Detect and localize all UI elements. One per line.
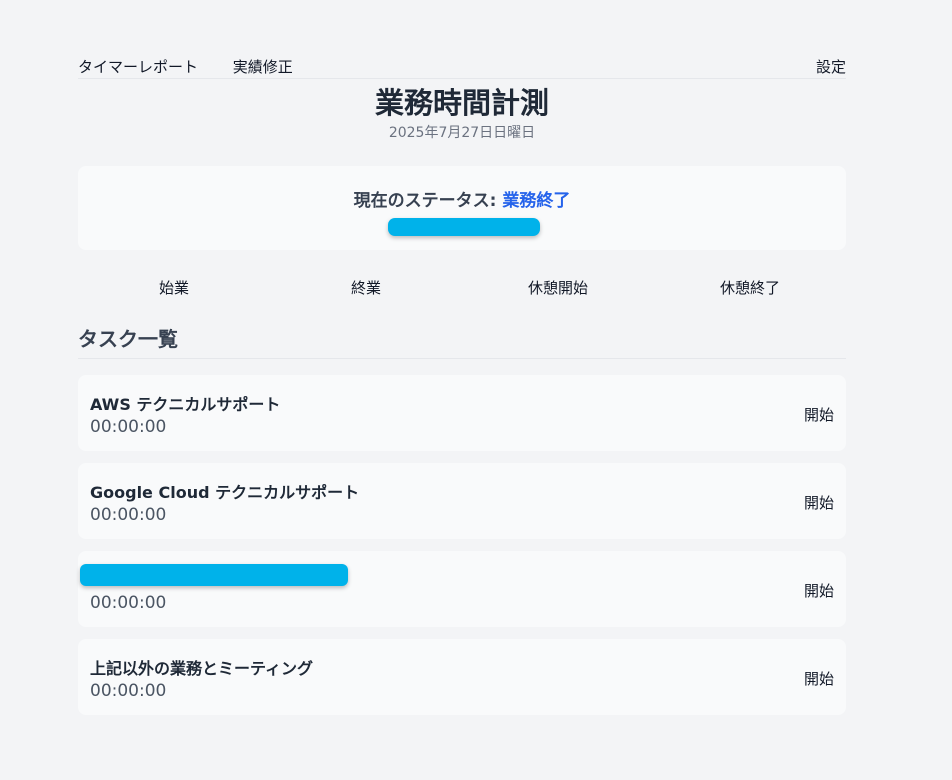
task-start-button[interactable]: 開始 bbox=[804, 492, 834, 513]
nav-edit-records-link[interactable]: 実績修正 bbox=[233, 58, 293, 76]
page-title: 業務時間計測 bbox=[374, 86, 549, 120]
task-timer: 00:00:00 bbox=[90, 417, 167, 437]
task-card: Google Cloud テクニカルサポート 00:00:00 開始 bbox=[78, 463, 846, 539]
task-name-redaction-bar bbox=[80, 564, 348, 586]
task-card: 00:00:00 開始 bbox=[78, 551, 846, 627]
task-start-button[interactable]: 開始 bbox=[804, 580, 834, 601]
break-end-button[interactable]: 休憩終了 bbox=[654, 277, 846, 298]
end-work-button[interactable]: 終業 bbox=[270, 277, 462, 298]
task-timer: 00:00:00 bbox=[90, 681, 167, 701]
section-divider bbox=[78, 358, 846, 359]
status-line: 現在のステータス: 業務終了 bbox=[78, 186, 846, 211]
nav-settings-link[interactable]: 設定 bbox=[816, 56, 846, 77]
status-label: 現在のステータス: bbox=[353, 191, 503, 211]
current-date: 2025年7月27日日曜日 bbox=[388, 125, 536, 141]
task-start-button[interactable]: 開始 bbox=[804, 668, 834, 689]
task-timer: 00:00:00 bbox=[90, 593, 167, 613]
task-name: AWS テクニカルサポート bbox=[90, 395, 281, 414]
task-timer: 00:00:00 bbox=[90, 505, 167, 525]
top-nav: タイマーレポート 実績修正 設定 bbox=[78, 56, 846, 79]
task-name: Google Cloud テクニカルサポート bbox=[90, 483, 360, 502]
start-work-button[interactable]: 始業 bbox=[78, 277, 270, 298]
task-name: 上記以外の業務とミーティング bbox=[90, 659, 314, 678]
nav-left: タイマーレポート 実績修正 bbox=[78, 56, 323, 77]
task-card: AWS テクニカルサポート 00:00:00 開始 bbox=[78, 375, 846, 451]
task-start-button[interactable]: 開始 bbox=[804, 404, 834, 425]
work-actions: 始業 終業 休憩開始 休憩終了 bbox=[78, 277, 846, 298]
status-value: 業務終了 bbox=[502, 191, 571, 211]
status-redaction-bar bbox=[388, 218, 540, 236]
nav-timer-report-link[interactable]: タイマーレポート bbox=[78, 58, 198, 76]
task-card: 上記以外の業務とミーティング 00:00:00 開始 bbox=[78, 639, 846, 715]
task-list-heading: タスク一覧 bbox=[78, 327, 178, 351]
break-start-button[interactable]: 休憩開始 bbox=[462, 277, 654, 298]
